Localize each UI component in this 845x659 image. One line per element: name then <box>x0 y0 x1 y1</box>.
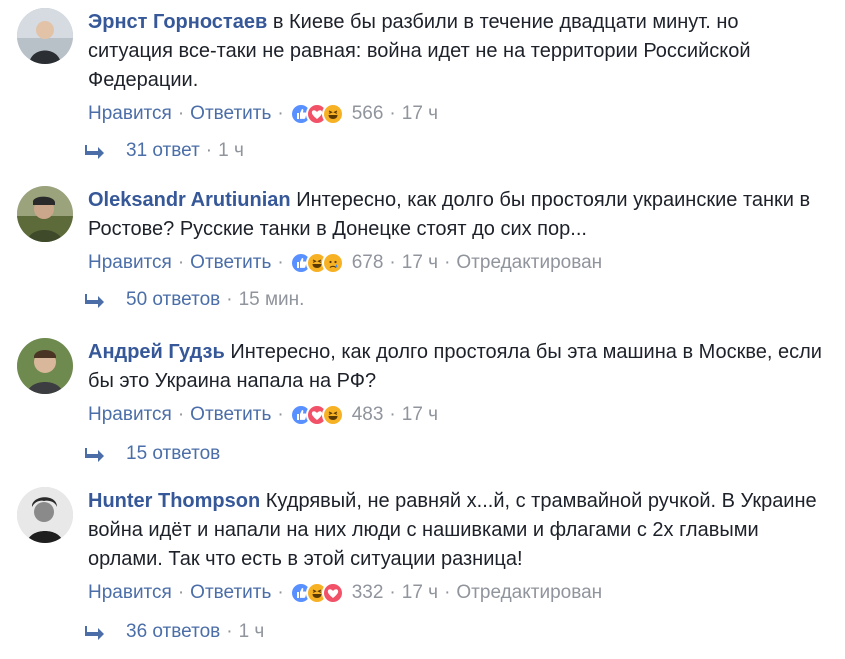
reaction-count[interactable]: 566 <box>352 103 384 125</box>
like-button[interactable]: Нравится <box>88 252 172 274</box>
separator: · <box>226 289 233 310</box>
edited-label[interactable]: Отредактирован <box>456 582 602 604</box>
sad-icon <box>321 252 344 274</box>
reactions-summary[interactable] <box>289 103 344 125</box>
separator: · <box>389 103 396 124</box>
separator: · <box>389 404 396 425</box>
comment-author[interactable]: Андрей Гудзь <box>88 341 225 363</box>
comment-author[interactable]: Эрнст Горностаев <box>88 11 267 33</box>
haha-icon <box>321 404 344 426</box>
avatar[interactable] <box>17 338 73 394</box>
comment-author[interactable]: Oleksandr Arutiunian <box>88 189 291 211</box>
comment-actions: Нравится · Ответить · 678 · 17 ч · Отред… <box>88 248 828 278</box>
edited-label[interactable]: Отредактирован <box>456 252 602 274</box>
comment-time[interactable]: 17 ч <box>402 582 438 604</box>
comment-actions: Нравится · Ответить · 566 · 17 ч <box>88 99 828 129</box>
separator: · <box>177 582 185 603</box>
replies-time: 15 мин. <box>238 289 305 310</box>
haha-icon <box>321 103 344 125</box>
avatar-photo-icon <box>17 186 73 242</box>
separator: · <box>444 582 451 603</box>
separator: · <box>277 103 284 124</box>
reply-button[interactable]: Ответить <box>190 404 271 426</box>
reply-arrow-icon <box>84 143 112 159</box>
comment-time[interactable]: 17 ч <box>402 252 438 274</box>
replies-count[interactable]: 36 ответов <box>126 621 220 643</box>
reaction-count[interactable]: 678 <box>352 252 384 274</box>
comment-text: Эрнст Горностаев в Киеве бы разбили в те… <box>88 8 828 95</box>
comment-time[interactable]: 17 ч <box>402 103 438 125</box>
view-replies[interactable]: 50 ответов · 15 мин. <box>84 289 304 311</box>
comment-author[interactable]: Hunter Thompson <box>88 490 260 512</box>
reactions-summary[interactable] <box>289 582 344 604</box>
reply-arrow-icon <box>84 446 112 462</box>
separator: · <box>389 582 396 603</box>
comment-text: Oleksandr Arutiunian Интересно, как долг… <box>88 186 828 244</box>
view-replies[interactable]: 36 ответов · 1 ч <box>84 621 264 643</box>
replies-time: 1 ч <box>218 140 244 161</box>
replies-count[interactable]: 50 ответов <box>126 289 220 311</box>
avatar[interactable] <box>17 8 73 64</box>
like-button[interactable]: Нравится <box>88 103 172 125</box>
replies-count[interactable]: 15 ответов <box>126 443 220 465</box>
love-icon <box>321 582 344 604</box>
reaction-count[interactable]: 332 <box>352 582 384 604</box>
view-replies[interactable]: 31 ответ · 1 ч <box>84 140 244 162</box>
separator: · <box>205 140 213 161</box>
replies-time: 1 ч <box>238 621 265 642</box>
avatar[interactable] <box>17 186 73 242</box>
separator: · <box>226 621 233 642</box>
reply-button[interactable]: Ответить <box>190 252 271 274</box>
view-replies[interactable]: 15 ответов <box>84 443 220 465</box>
separator: · <box>444 252 451 273</box>
comment-text: Hunter Thompson Кудрявый, не равняй х...… <box>88 487 828 574</box>
separator: · <box>177 404 185 425</box>
separator: · <box>277 582 284 603</box>
reactions-summary[interactable] <box>289 404 344 426</box>
comment-time[interactable]: 17 ч <box>402 404 438 426</box>
reply-button[interactable]: Ответить <box>190 103 271 125</box>
reaction-count[interactable]: 483 <box>352 404 384 426</box>
separator: · <box>177 103 185 124</box>
reply-button[interactable]: Ответить <box>190 582 271 604</box>
separator: · <box>389 252 396 273</box>
reactions-summary[interactable] <box>289 252 344 274</box>
separator: · <box>177 252 185 273</box>
comment-actions: Нравится · Ответить · 332 · 17 ч · Отред… <box>88 578 828 608</box>
avatar[interactable] <box>17 487 73 543</box>
avatar-photo-icon <box>17 487 73 543</box>
separator: · <box>277 252 284 273</box>
comment-text: Андрей Гудзь Интересно, как долго просто… <box>88 338 828 396</box>
like-button[interactable]: Нравится <box>88 582 172 604</box>
reply-arrow-icon <box>84 292 112 308</box>
separator: · <box>277 404 284 425</box>
avatar-photo-icon <box>17 8 73 64</box>
replies-count[interactable]: 31 ответ <box>126 140 200 162</box>
comment-actions: Нравится · Ответить · 483 · 17 ч <box>88 400 828 430</box>
reply-arrow-icon <box>84 624 112 640</box>
avatar-photo-icon <box>17 338 73 394</box>
like-button[interactable]: Нравится <box>88 404 172 426</box>
